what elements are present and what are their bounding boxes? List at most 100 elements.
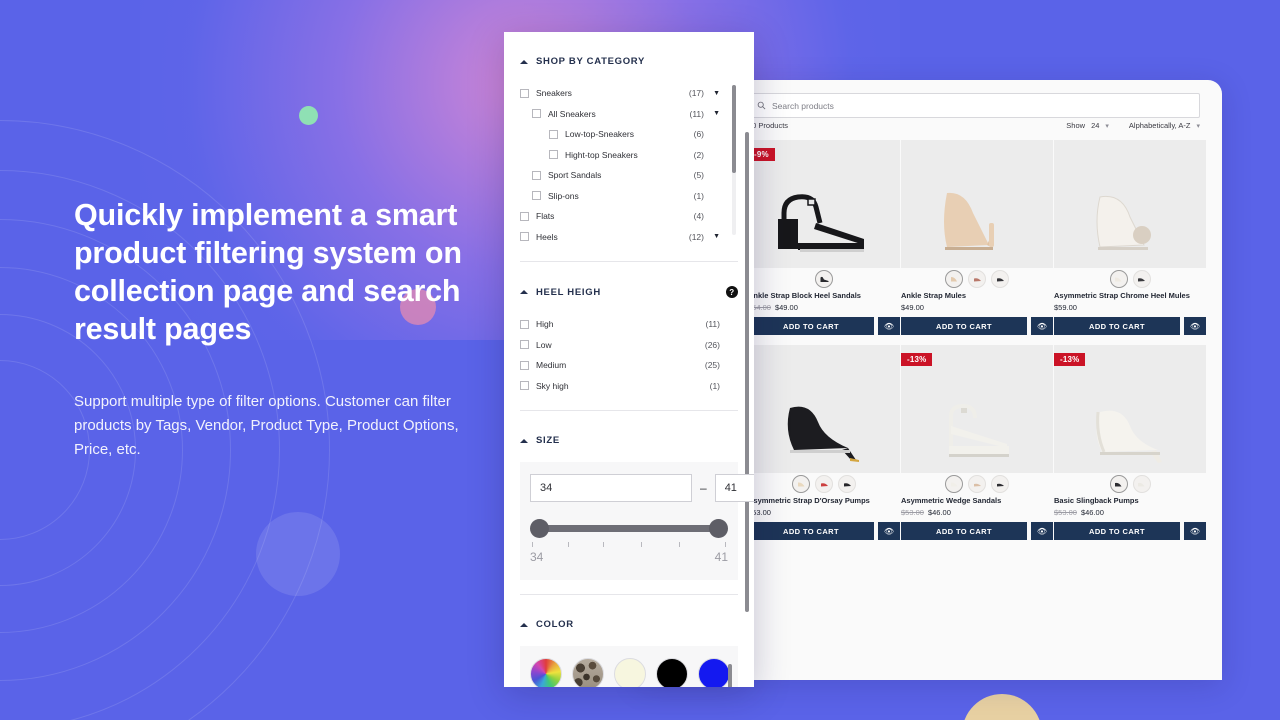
variant-swatches[interactable] xyxy=(748,473,900,495)
product-card[interactable]: -13% xyxy=(901,345,1053,540)
chevron-down-icon[interactable]: ▼ xyxy=(704,233,720,240)
product-title[interactable]: Asymmetric Strap Chrome Heel Mules xyxy=(1054,290,1206,301)
variant-swatch[interactable] xyxy=(968,475,986,493)
variant-swatches[interactable] xyxy=(901,473,1053,495)
variant-swatches[interactable] xyxy=(748,268,900,290)
sort-select[interactable]: Alphabetically, A-Z ▾ xyxy=(1129,121,1200,130)
category-scrollbar[interactable] xyxy=(732,85,736,173)
variant-swatch[interactable] xyxy=(815,475,833,493)
variant-swatch[interactable] xyxy=(792,475,810,493)
filter-group-header-category[interactable]: SHOP BY CATEGORY xyxy=(520,32,738,83)
product-image[interactable]: -13% xyxy=(1054,345,1206,473)
variant-swatches[interactable] xyxy=(901,268,1053,290)
size-min-input[interactable] xyxy=(530,474,692,502)
size-max-input[interactable] xyxy=(714,474,754,502)
color-swatch-animal-print[interactable] xyxy=(572,658,604,687)
checkbox[interactable] xyxy=(520,340,529,350)
color-swatch-blue[interactable] xyxy=(698,658,730,687)
variant-swatch[interactable] xyxy=(1132,270,1151,288)
variant-swatches[interactable] xyxy=(1054,268,1206,290)
quick-view-button[interactable]: 👁 xyxy=(1031,317,1053,335)
checkbox[interactable] xyxy=(520,360,529,370)
add-to-cart-button[interactable]: ADD TO CART xyxy=(748,522,874,540)
decorative-dot-green xyxy=(299,106,318,125)
product-card[interactable]: Asymmetric Strap D'Orsay Pumps $53.00 AD… xyxy=(748,345,900,540)
add-to-cart-button[interactable]: ADD TO CART xyxy=(1054,522,1180,540)
product-card[interactable]: Asymmetric Strap Chrome Heel Mules $59.0… xyxy=(1054,140,1206,335)
current-price: $46.00 xyxy=(1080,508,1104,517)
filter-option-sky-high[interactable]: Sky high (1) xyxy=(520,376,738,397)
chevron-down-icon[interactable]: ▼ xyxy=(704,90,720,97)
checkbox[interactable] xyxy=(520,319,529,329)
filter-group-header-heel-height[interactable]: HEEL HEIGH ? xyxy=(520,262,738,314)
variant-swatch[interactable] xyxy=(945,270,963,288)
chevron-up-icon xyxy=(520,59,528,64)
add-to-cart-button[interactable]: ADD TO CART xyxy=(901,317,1027,335)
variant-swatch[interactable] xyxy=(991,270,1009,288)
variant-swatch[interactable] xyxy=(968,270,986,288)
quick-view-button[interactable]: 👁 xyxy=(878,317,900,335)
checkbox[interactable] xyxy=(520,88,529,98)
add-to-cart-button[interactable]: ADD TO CART xyxy=(748,317,874,335)
filter-option-low[interactable]: Low (26) xyxy=(520,335,738,356)
color-swatch-multicolor[interactable] xyxy=(530,658,562,687)
search-input[interactable]: Search products xyxy=(748,93,1200,118)
product-title[interactable]: Asymmetric Strap D'Orsay Pumps xyxy=(748,495,900,506)
color-swatch-cream[interactable] xyxy=(614,658,646,687)
filter-option-medium[interactable]: Medium (25) xyxy=(520,355,738,376)
quick-view-button[interactable]: 👁 xyxy=(1184,522,1206,540)
quick-view-button[interactable]: 👁 xyxy=(1184,317,1206,335)
filter-option-low-top-sneakers[interactable]: Low-top-Sneakers (6) xyxy=(520,124,738,145)
variant-swatch[interactable] xyxy=(815,270,833,288)
filter-group-header-color[interactable]: COLOR xyxy=(520,595,738,646)
filter-option-hight-top-sneakers[interactable]: Hight-top Sneakers (2) xyxy=(520,145,738,166)
checkbox[interactable] xyxy=(532,191,541,201)
product-title[interactable]: Asymmetric Wedge Sandals xyxy=(901,495,1053,506)
slider-handle-max[interactable] xyxy=(709,519,728,538)
filter-option-sneakers[interactable]: Sneakers (17) ▼ xyxy=(520,83,738,104)
product-image[interactable] xyxy=(748,345,900,473)
product-title[interactable]: Ankle Strap Mules xyxy=(901,290,1053,301)
help-icon[interactable]: ? xyxy=(726,286,738,298)
show-per-page-select[interactable]: Show 24 ▾ xyxy=(1066,121,1109,130)
product-image[interactable] xyxy=(1054,140,1206,268)
variant-swatches[interactable] xyxy=(1054,473,1206,495)
add-to-cart-button[interactable]: ADD TO CART xyxy=(1054,317,1180,335)
chevron-down-icon[interactable]: ▼ xyxy=(704,110,720,117)
product-title[interactable]: Ankle Strap Block Heel Sandals xyxy=(748,290,900,301)
product-image[interactable]: -9% xyxy=(748,140,900,268)
variant-swatch[interactable] xyxy=(945,475,963,493)
product-card[interactable]: -13% xyxy=(1054,345,1206,540)
filter-option-sport-sandals[interactable]: Sport Sandals (5) xyxy=(520,165,738,186)
checkbox[interactable] xyxy=(520,211,529,221)
slider-handle-min[interactable] xyxy=(530,519,549,538)
quick-view-button[interactable]: 👁 xyxy=(1031,522,1053,540)
variant-swatch[interactable] xyxy=(838,475,856,493)
product-title[interactable]: Basic Slingback Pumps xyxy=(1054,495,1206,506)
quick-view-button[interactable]: 👁 xyxy=(878,522,900,540)
color-scrollbar[interactable] xyxy=(728,664,732,687)
variant-swatch[interactable] xyxy=(1109,475,1128,493)
product-card[interactable]: -9% Ankle Strap Block Heel Sandals $54.0… xyxy=(748,140,900,335)
add-to-cart-button[interactable]: ADD TO CART xyxy=(901,522,1027,540)
size-range-slider[interactable] xyxy=(530,516,728,542)
checkbox[interactable] xyxy=(532,109,541,119)
product-card[interactable]: Ankle Strap Mules $49.00 ADD TO CART 👁 xyxy=(901,140,1053,335)
filter-option-slip-ons[interactable]: Slip-ons (1) xyxy=(520,186,738,207)
checkbox[interactable] xyxy=(520,232,529,242)
checkbox[interactable] xyxy=(532,170,541,180)
variant-swatch[interactable] xyxy=(991,475,1009,493)
color-swatch-black[interactable] xyxy=(656,658,688,687)
product-image[interactable]: -13% xyxy=(901,345,1053,473)
filter-group-header-size[interactable]: SIZE xyxy=(520,411,738,462)
variant-swatch[interactable] xyxy=(1132,475,1151,493)
filter-option-all-sneakers[interactable]: All Sneakers (11) ▼ xyxy=(520,104,738,125)
filter-option-high[interactable]: High (11) xyxy=(520,314,738,335)
checkbox[interactable] xyxy=(549,129,558,139)
filter-option-heels[interactable]: Heels (12) ▼ xyxy=(520,227,738,248)
checkbox[interactable] xyxy=(549,150,558,160)
filter-option-flats[interactable]: Flats (4) xyxy=(520,206,738,227)
variant-swatch[interactable] xyxy=(1109,270,1128,288)
product-image[interactable] xyxy=(901,140,1053,268)
checkbox[interactable] xyxy=(520,381,529,391)
